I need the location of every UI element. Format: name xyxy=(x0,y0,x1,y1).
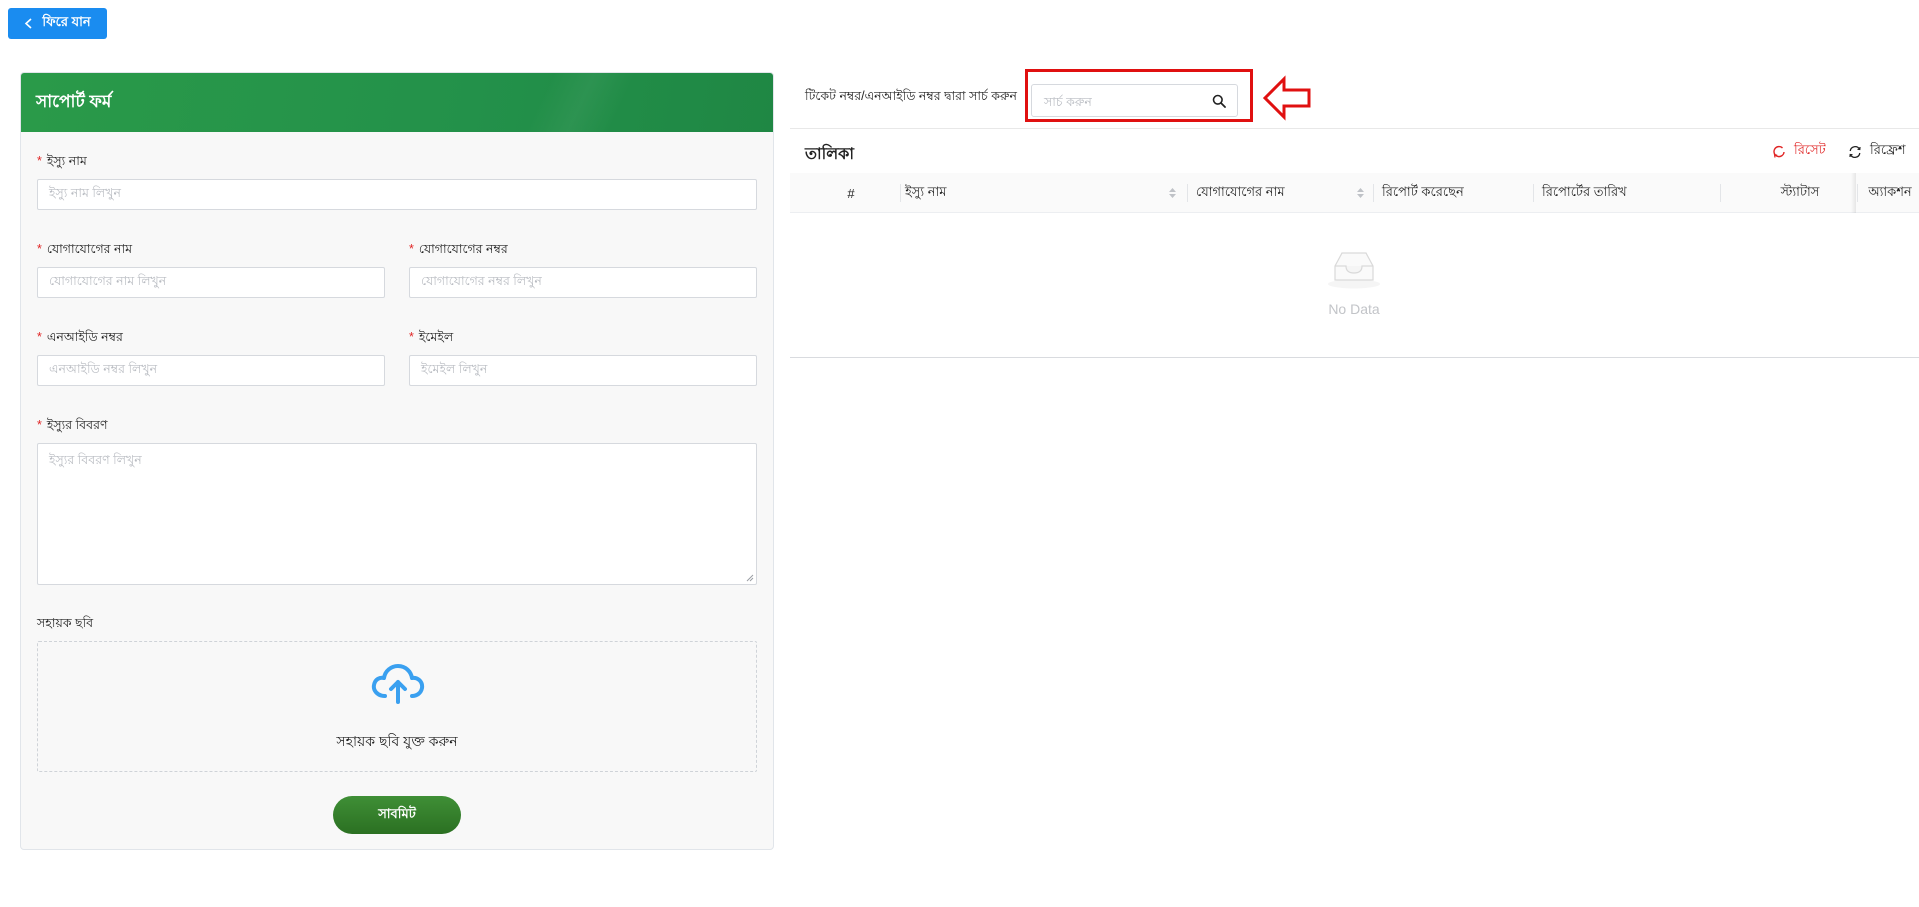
back-button-label: ফিরে যান xyxy=(42,14,91,29)
column-separator xyxy=(1373,184,1374,202)
chevron-left-icon xyxy=(25,18,32,29)
back-button[interactable]: ফিরে যান xyxy=(8,8,107,39)
issue-name-label: * ইস্যু নাম xyxy=(37,154,87,168)
search-label: টিকেট নম্বর/এনআইডি নম্বর দ্বারা সার্চ কর… xyxy=(805,89,1018,103)
issue-name-input[interactable]: ইস্যু নাম লিখুন xyxy=(37,179,757,210)
left-arrow-annotation-icon xyxy=(1262,75,1311,121)
reset-icon xyxy=(1773,145,1785,158)
contact-name-label: * যোগাযোগের নাম xyxy=(37,242,133,256)
column-separator xyxy=(1533,184,1534,202)
table-title: তালিকা xyxy=(805,146,854,163)
divider xyxy=(790,128,1919,129)
column-header-contact-name[interactable]: যোগাযোগের নাম xyxy=(1196,173,1285,213)
column-separator xyxy=(1187,184,1188,202)
image-upload-dropzone[interactable]: সহায়ক ছবি যুক্ত করুন xyxy=(37,641,757,772)
email-label: * ইমেইল xyxy=(409,330,454,344)
search-input[interactable]: সার্চ করুন xyxy=(1031,84,1238,117)
column-header-action: অ্যাকশন xyxy=(1868,183,1912,199)
reset-label: রিসেট xyxy=(1794,142,1826,157)
contact-number-label: * যোগাযোগের নম্বর xyxy=(409,242,508,256)
sort-icon[interactable] xyxy=(1168,186,1177,200)
upload-text: সহায়ক ছবি যুক্ত করুন xyxy=(336,733,458,749)
reset-button[interactable]: রিসেট xyxy=(1772,141,1826,162)
column-separator xyxy=(1857,184,1858,202)
submit-button[interactable]: সাবমিট xyxy=(333,796,461,834)
form-header: সাপোর্ট ফর্ম xyxy=(21,73,773,132)
search-placeholder: সার্চ করুন xyxy=(1044,95,1092,109)
contact-name-input[interactable]: যোগাযোগের নাম লিখুন xyxy=(37,267,385,298)
table-header-row: # ইস্যু নাম যোগাযোগের নাম রিপোর্ট করেছেন… xyxy=(790,173,1919,213)
fixed-column-shadow xyxy=(1851,173,1856,213)
issue-description-label: * ইস্যুর বিবরণ xyxy=(37,418,108,432)
column-header-reported-by: রিপোর্ট করেছেন xyxy=(1382,183,1464,199)
refresh-icon xyxy=(1849,145,1861,158)
column-header-report-date: রিপোর্টের তারিখ xyxy=(1542,183,1627,199)
column-separator xyxy=(1720,184,1721,202)
form-title: সাপোর্ট ফর্ম xyxy=(36,91,112,111)
cloud-upload-icon xyxy=(371,664,425,704)
support-form: সাপোর্ট ফর্ম * ইস্যু নাম ইস্যু নাম লিখুন … xyxy=(20,72,774,850)
email-input[interactable]: ইমেইল লিখুন xyxy=(409,355,757,386)
column-header-issue-name[interactable]: ইস্যু নাম xyxy=(905,173,946,213)
empty-state-text: No Data xyxy=(1328,301,1380,317)
resize-grip-icon[interactable] xyxy=(746,574,754,582)
search-icon[interactable] xyxy=(1212,94,1226,108)
column-header-index: # xyxy=(847,185,855,201)
issue-description-textarea[interactable]: ইস্যুর বিবরণ লিখুন xyxy=(37,443,757,585)
nid-number-label: * এনআইডি নম্বর xyxy=(37,330,123,344)
attachment-label: সহায়ক ছবি xyxy=(37,616,94,630)
refresh-button[interactable]: রিফ্রেশ xyxy=(1848,141,1906,162)
sort-icon[interactable] xyxy=(1356,186,1365,200)
nid-number-input[interactable]: এনআইডি নম্বর লিখুন xyxy=(37,355,385,386)
table-bottom-border xyxy=(790,357,1919,358)
contact-number-input[interactable]: যোগাযোগের নম্বর লিখুন xyxy=(409,267,757,298)
column-separator xyxy=(900,184,901,202)
column-header-status: স্ট্যাটাস xyxy=(1780,183,1820,199)
empty-inbox-icon xyxy=(1328,252,1380,289)
refresh-label: রিফ্রেশ xyxy=(1870,142,1906,157)
